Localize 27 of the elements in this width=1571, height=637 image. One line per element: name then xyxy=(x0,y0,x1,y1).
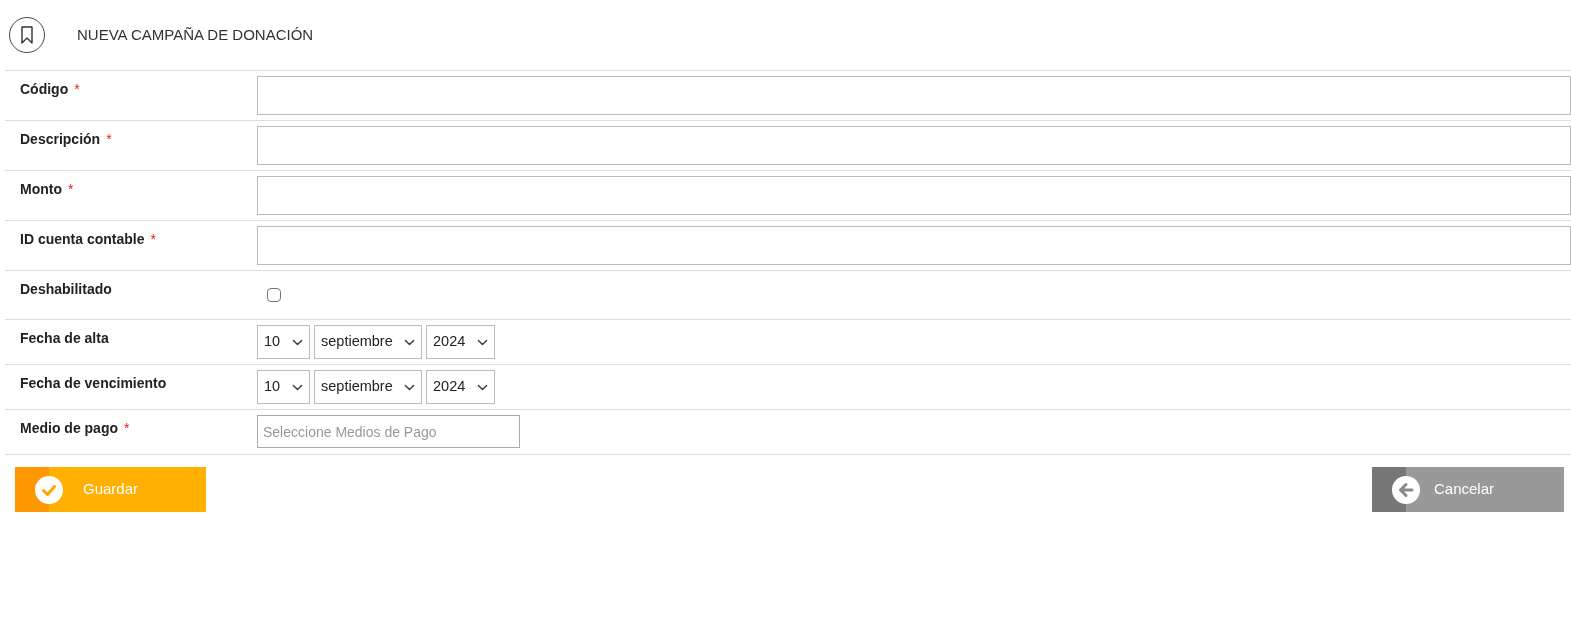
text-field[interactable] xyxy=(257,176,1571,215)
month-select[interactable]: septiembre xyxy=(314,370,422,404)
checkmark-icon xyxy=(35,476,63,504)
year-select[interactable]: 2024 xyxy=(426,325,495,359)
field-label: ID cuenta contable xyxy=(20,231,145,247)
field-label: Monto xyxy=(20,181,62,197)
checkbox[interactable] xyxy=(267,288,281,302)
day-select[interactable]: 10 xyxy=(257,325,310,359)
text-field[interactable] xyxy=(257,76,1571,115)
required-marker: * xyxy=(68,181,74,197)
required-marker: * xyxy=(150,231,156,247)
month-select[interactable]: septiembre xyxy=(314,325,422,359)
field-label: Deshabilitado xyxy=(20,281,112,297)
required-marker: * xyxy=(124,420,130,436)
field-label: Descripción xyxy=(20,131,101,147)
field-label: Código xyxy=(20,81,69,97)
year-select[interactable]: 2024 xyxy=(426,370,495,404)
day-select[interactable]: 10 xyxy=(257,370,310,404)
required-marker: * xyxy=(106,131,112,147)
payment-method-field[interactable]: Seleccione Medios de Pago xyxy=(257,415,520,448)
field-label: Fecha de alta xyxy=(20,330,109,346)
text-field[interactable] xyxy=(257,226,1571,265)
text-field[interactable] xyxy=(257,126,1571,165)
required-marker: * xyxy=(74,81,80,97)
page-title: NUEVA CAMPAÑA DE DONACIÓN xyxy=(77,24,314,45)
field-label: Fecha de vencimiento xyxy=(20,375,167,391)
field-label: Medio de pago xyxy=(20,420,118,436)
